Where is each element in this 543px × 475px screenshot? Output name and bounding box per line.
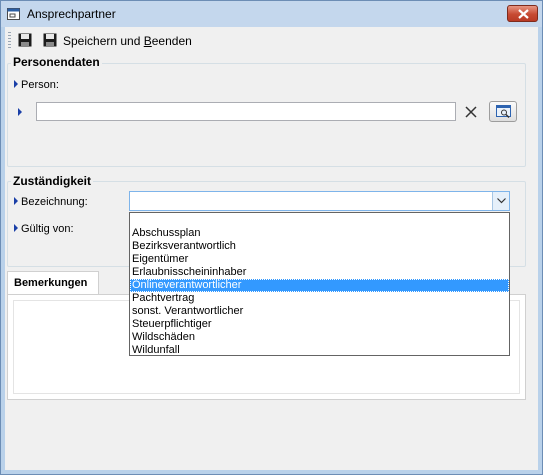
dropdown-option[interactable]: Erlaubnisscheininhaber — [130, 266, 509, 279]
save-close-mnemonic: B — [143, 34, 152, 48]
gueltig-von-label: Gültig von: — [14, 223, 74, 235]
bezeichnung-label-text: Bezeichnung: — [21, 196, 88, 208]
dropdown-option[interactable]: Pachtvertrag — [130, 292, 509, 305]
save-and-close-button[interactable]: Speichern und Beenden — [63, 34, 192, 48]
dropdown-option[interactable] — [130, 214, 509, 227]
bezeichnung-dropdown-list: Abschussplan Bezirksverantwortlich Eigentü… — [129, 212, 510, 356]
dropdown-option[interactable]: Abschussplan — [130, 227, 509, 240]
dropdown-option[interactable]: Bezirksverantwortlich — [130, 240, 509, 253]
required-marker-icon — [14, 80, 18, 88]
floppy-disk-icon[interactable] — [18, 33, 32, 47]
required-marker-icon — [14, 224, 18, 232]
dropdown-option[interactable]: Wildschäden — [130, 331, 509, 344]
client-area: Speichern und Beenden Personendaten Pers… — [5, 27, 538, 470]
window-app-icon[interactable] — [7, 8, 20, 20]
required-marker-icon — [14, 197, 18, 205]
save-close-label-start: Speichern und — [63, 34, 144, 48]
row-marker — [18, 107, 25, 119]
save-close-label-end: eenden — [151, 34, 192, 48]
personendaten-title: Personendaten — [11, 55, 102, 69]
close-icon — [518, 9, 529, 19]
person-label-text: Person: — [21, 79, 59, 91]
toolbar: Speichern und Beenden — [5, 27, 538, 55]
dropdown-option[interactable]: Onlineverantwortlicher — [130, 279, 509, 292]
x-clear-icon[interactable] — [463, 104, 479, 120]
person-input[interactable] — [36, 102, 456, 121]
gueltig-von-label-text: Gültig von: — [21, 223, 74, 235]
zustaendigkeit-title: Zuständigkeit — [11, 174, 94, 188]
close-button[interactable] — [507, 5, 538, 22]
application-window: Ansprechpartner Speichern und Beenden Pe… — [0, 0, 543, 475]
save-close-floppy-icon[interactable] — [43, 33, 57, 47]
dropdown-option[interactable]: sonst. Verantwortlicher — [130, 305, 509, 318]
dropdown-option[interactable]: Wildunfall — [130, 344, 509, 357]
chevron-down-icon — [497, 198, 506, 204]
title-bar[interactable]: Ansprechpartner — [1, 1, 542, 27]
row-indicator-icon — [18, 108, 22, 116]
dropdown-option[interactable]: Eigentümer — [130, 253, 509, 266]
dropdown-option[interactable]: Steuerpflichtiger — [130, 318, 509, 331]
window-title: Ansprechpartner — [27, 7, 116, 21]
tab-bemerkungen[interactable]: Bemerkungen — [7, 271, 99, 295]
person-label: Person: — [14, 79, 59, 91]
tab-bemerkungen-label: Bemerkungen — [14, 277, 88, 289]
bezeichnung-label: Bezeichnung: — [14, 196, 88, 208]
search-window-icon — [496, 105, 511, 118]
toolbar-grip[interactable] — [8, 32, 11, 48]
dropdown-button[interactable] — [492, 192, 509, 210]
bezeichnung-combobox[interactable] — [129, 191, 510, 211]
person-lookup-button[interactable] — [489, 101, 517, 122]
